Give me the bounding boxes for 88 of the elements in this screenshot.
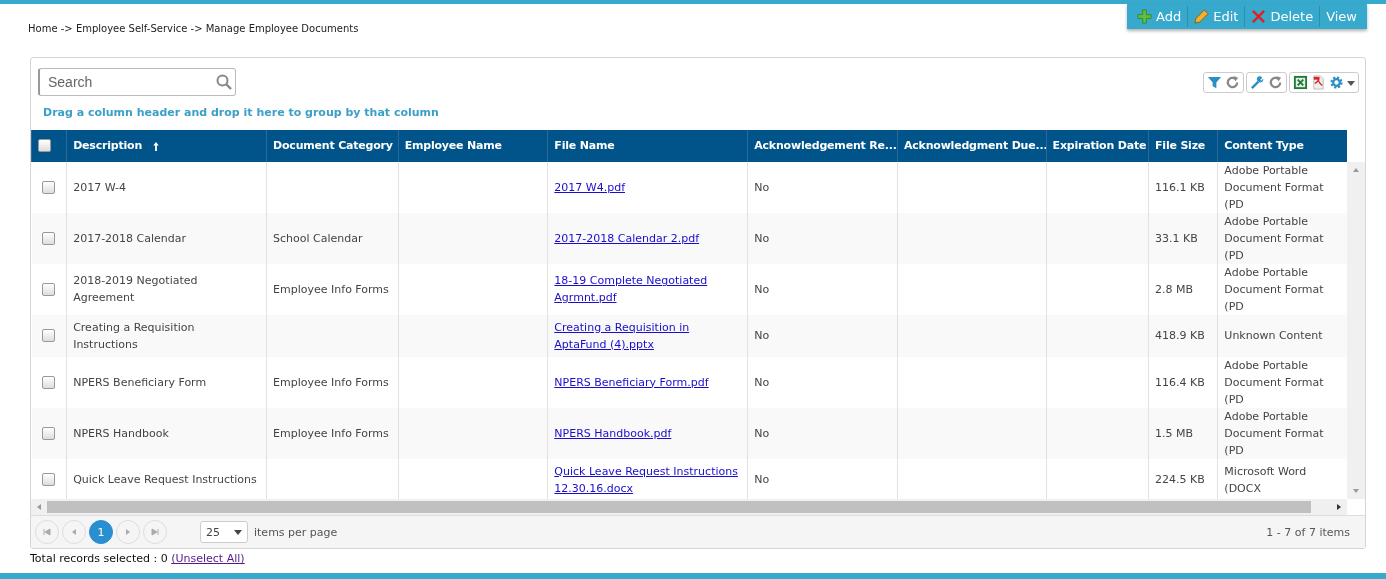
table-cell: No: [754, 329, 770, 343]
table-cell: Adobe Portable Document Format (PD: [1224, 214, 1324, 262]
pdf-icon[interactable]: [1311, 75, 1326, 90]
table-cell: 116.1 KB: [1155, 180, 1205, 194]
checkbox[interactable]: [42, 181, 56, 194]
table-cell: No: [754, 473, 770, 487]
first-page-button[interactable]: [35, 520, 59, 545]
table-cell: 2.8 MB: [1155, 282, 1194, 296]
table-cell: NPERS Beneficiary Form: [73, 375, 207, 389]
page-size-label: items per page: [254, 525, 338, 539]
column-header[interactable]: Employee Name: [398, 129, 548, 162]
checkbox[interactable]: [38, 139, 51, 153]
search-icon: [216, 74, 232, 90]
search-field[interactable]: Search: [38, 68, 236, 96]
file-link[interactable]: NPERS Handbook.pdf: [554, 424, 672, 442]
table-cell: No: [754, 282, 770, 296]
table-cell: Employee Info Forms: [273, 282, 389, 296]
column-header[interactable]: Description: [66, 129, 267, 162]
table-cell: 2017 W-4: [73, 180, 127, 194]
table-cell: Microsoft Word (DOCX: [1224, 464, 1307, 495]
spreadsheet-icon[interactable]: [1293, 75, 1308, 90]
selected-count: Total records selected : 0: [30, 552, 168, 565]
file-link[interactable]: Quick Leave Request Instructions 12.30.16.docx: [554, 462, 742, 497]
column-header[interactable]: Acknowledgement Re...: [747, 129, 898, 162]
column-header[interactable]: File Name: [547, 129, 748, 162]
table-cell: 224.5 KB: [1155, 473, 1205, 487]
wrench-icon[interactable]: [1250, 75, 1265, 90]
checkbox[interactable]: [42, 376, 56, 389]
filter-icon[interactable]: [1207, 75, 1222, 90]
table-cell: Adobe Portable Document Format (PD: [1224, 265, 1324, 313]
column-header[interactable]: Document Category: [266, 129, 399, 162]
horizontal-scrollbar[interactable]: [31, 499, 1347, 516]
table-cell: Employee Info Forms: [273, 426, 389, 440]
pencil-icon: [1194, 9, 1210, 24]
caret-icon: [234, 528, 242, 537]
item-range: 1 - 7 of 7 items: [1266, 525, 1350, 539]
table-cell: 33.1 KB: [1155, 231, 1198, 245]
breadcrumb: Home -> Employee Self-Service -> Manage Employee Documents: [28, 23, 359, 34]
table-cell: Adobe Portable Document Format (PD: [1224, 358, 1324, 406]
refresh-icon[interactable]: [1268, 75, 1283, 90]
page-button[interactable]: 1: [89, 520, 113, 545]
page-size-dropdown[interactable]: 25: [200, 521, 248, 544]
table-cell: Creating a Requisition Instructions: [73, 320, 195, 351]
checkbox[interactable]: [42, 427, 56, 440]
gear-icon[interactable]: [1329, 75, 1344, 90]
table-cell: 116.4 KB: [1155, 375, 1205, 389]
last-page-button[interactable]: [143, 520, 167, 545]
table-cell: 2017-2018 Calendar: [73, 231, 187, 245]
table-cell: 2018-2019 Negotiated Agreement: [73, 274, 198, 305]
checkbox[interactable]: [42, 473, 56, 487]
group-hint: Drag a column header and drop it here to group by that column: [42, 106, 439, 119]
table-cell: Adobe Portable Document Format (PD: [1224, 409, 1324, 457]
next-icon: [124, 528, 132, 537]
scroll-left-icon[interactable]: [35, 503, 43, 512]
scroll-right-icon[interactable]: [1335, 503, 1343, 512]
table-cell: No: [754, 180, 770, 194]
checkbox[interactable]: [42, 283, 56, 296]
refresh-icon[interactable]: [1225, 75, 1240, 90]
table-cell: 1.5 MB: [1155, 426, 1194, 440]
column-header[interactable]: Content Type: [1217, 129, 1347, 162]
column-header[interactable]: File Size: [1148, 129, 1218, 162]
table-cell: Employee Info Forms: [273, 375, 389, 389]
file-link[interactable]: Creating a Requisition in AptaFund (4).pptx: [554, 318, 742, 353]
plus-icon: [1137, 9, 1153, 24]
table-cell: No: [754, 375, 770, 389]
file-link[interactable]: 18-19 Complete Negotiated Agrmnt.pdf: [554, 272, 742, 307]
file-link[interactable]: 2017-2018 Calendar 2.pdf: [554, 229, 700, 247]
table-cell: 418.9 KB: [1155, 329, 1205, 343]
table-cell: Quick Leave Request Instructions: [73, 473, 257, 487]
caret-icon[interactable]: [1347, 78, 1355, 87]
column-header[interactable]: Acknowledgment Due...: [897, 129, 1047, 162]
vertical-scrollbar[interactable]: [1347, 161, 1365, 500]
table-cell: School Calendar: [273, 231, 363, 245]
checkbox[interactable]: [42, 232, 56, 245]
cross-icon: [1251, 9, 1267, 24]
last-page-icon: [151, 528, 159, 537]
table-cell: Unknown Content: [1224, 329, 1323, 343]
table-cell: NPERS Handbook: [73, 426, 169, 440]
table-cell: Adobe Portable Document Format (PD: [1224, 163, 1324, 211]
unselect-all-link[interactable]: (Unselect All): [171, 552, 245, 565]
first-page-icon: [43, 528, 51, 537]
table-cell: No: [754, 231, 770, 245]
table-cell: No: [754, 426, 770, 440]
file-link[interactable]: NPERS Beneficiary Form.pdf: [554, 373, 709, 391]
previous-icon: [70, 528, 78, 537]
column-header[interactable]: Expiration Date: [1046, 129, 1149, 162]
checkbox[interactable]: [42, 329, 56, 343]
file-link[interactable]: 2017 W4.pdf: [554, 178, 626, 196]
